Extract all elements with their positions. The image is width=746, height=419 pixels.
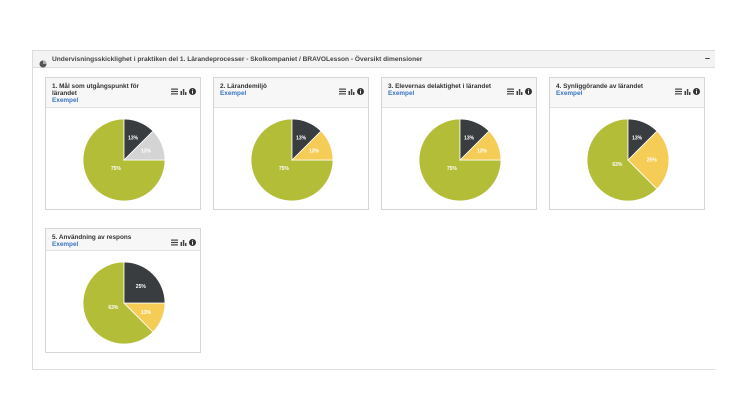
pie-chart: 63% 13% 25% bbox=[82, 261, 166, 345]
card-body: 75% 13% 13% bbox=[46, 108, 200, 209]
slice-label: 75% bbox=[279, 166, 290, 172]
slice-label: 13% bbox=[632, 136, 643, 142]
bar-chart-icon[interactable] bbox=[684, 82, 691, 95]
info-icon[interactable] bbox=[525, 82, 532, 95]
info-icon[interactable] bbox=[693, 82, 700, 95]
card-header: 4. Synliggörande av lärandet Exempel bbox=[550, 78, 704, 108]
card-body: 63% 25% 13% bbox=[550, 108, 704, 209]
card-tools bbox=[339, 82, 364, 95]
card-tools bbox=[507, 82, 532, 95]
slice-label: 13% bbox=[128, 136, 139, 142]
list-icon[interactable] bbox=[339, 82, 346, 95]
card-title: 5. Användning av respons bbox=[52, 234, 132, 241]
slice-label: 13% bbox=[141, 149, 152, 155]
card-title: 4. Synliggörande av lärandet bbox=[556, 83, 644, 90]
pie-chart: 75% 13% 13% bbox=[418, 118, 502, 202]
bar-chart-icon[interactable] bbox=[348, 82, 355, 95]
card-body: 63% 13% 25% bbox=[46, 251, 200, 352]
card-header: 2. Lärandemiljö Exempel bbox=[214, 78, 368, 108]
card-header: 5. Användning av respons Exempel bbox=[46, 229, 200, 251]
list-icon[interactable] bbox=[507, 82, 514, 95]
pie-chart: 63% 25% 13% bbox=[586, 118, 670, 202]
dimension-card-4: 4. Synliggörande av lärandet Exempel 63%… bbox=[549, 77, 705, 210]
slice-label: 63% bbox=[612, 162, 623, 168]
slice-label: 13% bbox=[464, 136, 475, 142]
list-icon[interactable] bbox=[675, 82, 682, 95]
list-icon[interactable] bbox=[171, 233, 178, 246]
slice-label: 75% bbox=[447, 166, 458, 172]
pie-chart: 75% 13% 13% bbox=[82, 118, 166, 202]
dimension-card-2: 2. Lärandemiljö Exempel 75% 13% 13% bbox=[213, 77, 369, 210]
card-body: 75% 13% 13% bbox=[382, 108, 536, 209]
card-tools bbox=[171, 233, 196, 246]
card-header: 1. Mål som utgångspunkt för lärandet Exe… bbox=[46, 78, 200, 108]
card-body: 75% 13% 13% bbox=[214, 108, 368, 209]
bar-chart-icon[interactable] bbox=[180, 233, 187, 246]
card-tools bbox=[171, 82, 196, 95]
dimension-card-1: 1. Mål som utgångspunkt för lärandet Exe… bbox=[45, 77, 201, 210]
card-title: 2. Lärandemiljö bbox=[220, 83, 267, 90]
bar-chart-icon[interactable] bbox=[180, 82, 187, 95]
pie-slice[interactable] bbox=[123, 261, 166, 304]
info-icon[interactable] bbox=[357, 82, 364, 95]
slice-label: 13% bbox=[309, 149, 320, 155]
list-icon[interactable] bbox=[171, 82, 178, 95]
dimension-card-3: 3. Elevernas delaktighet i lärandet Exem… bbox=[381, 77, 537, 210]
card-header: 3. Elevernas delaktighet i lärandet Exem… bbox=[382, 78, 536, 108]
slice-label: 25% bbox=[136, 284, 147, 290]
panel-header: Undervisningsskicklighet i praktiken del… bbox=[33, 51, 715, 68]
collapse-button[interactable]: – bbox=[705, 53, 710, 63]
slice-label: 63% bbox=[108, 305, 119, 311]
slice-label: 13% bbox=[477, 149, 488, 155]
panel-title: Undervisningsskicklighet i praktiken del… bbox=[52, 55, 423, 63]
example-link[interactable]: Exempel bbox=[52, 97, 194, 104]
card-title: 3. Elevernas delaktighet i lärandet bbox=[388, 83, 492, 90]
pie-chart-icon bbox=[39, 55, 47, 68]
slice-label: 13% bbox=[296, 136, 307, 142]
card-title: 1. Mål som utgångspunkt för lärandet bbox=[52, 83, 139, 97]
info-icon[interactable] bbox=[189, 233, 196, 246]
info-icon[interactable] bbox=[189, 82, 196, 95]
pie-chart: 75% 13% 13% bbox=[250, 118, 334, 202]
slice-label: 75% bbox=[111, 166, 122, 172]
bar-chart-icon[interactable] bbox=[516, 82, 523, 95]
dimension-card-5: 5. Användning av respons Exempel 63% 13% 2… bbox=[45, 228, 201, 353]
card-tools bbox=[675, 82, 700, 95]
slice-label: 13% bbox=[141, 310, 152, 316]
slice-label: 25% bbox=[647, 158, 658, 164]
